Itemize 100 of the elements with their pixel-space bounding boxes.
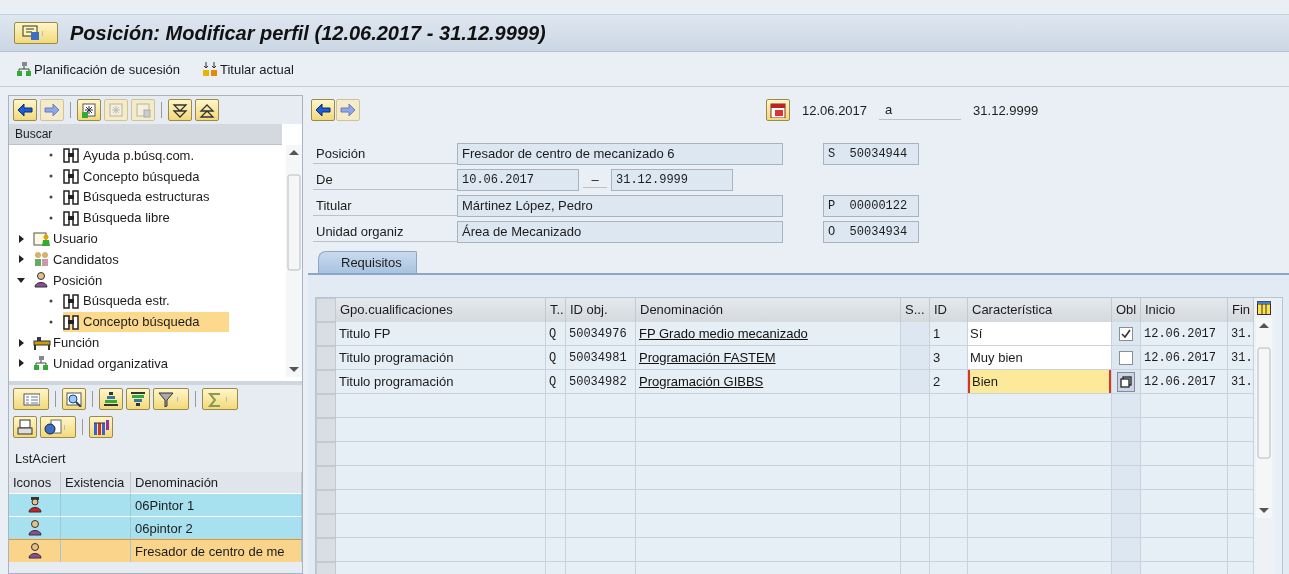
- column-header[interactable]: Obl: [1112, 298, 1141, 322]
- arrow-left-icon: [16, 102, 34, 118]
- expand-arrow-icon[interactable]: [17, 255, 25, 264]
- link[interactable]: Programación GIBBS: [639, 374, 764, 389]
- column-header[interactable]: Iconos: [9, 472, 61, 493]
- column-header[interactable]: Existencia: [61, 472, 131, 493]
- person-icon: [26, 497, 43, 513]
- binoculars-icon: [63, 147, 81, 164]
- columns-icon: [1257, 301, 1271, 315]
- input-field[interactable]: Muy bien: [968, 346, 1111, 369]
- expand-arrow-icon[interactable]: [17, 234, 25, 243]
- table-cell: 50034982: [566, 370, 636, 394]
- menu-icon: [21, 25, 40, 41]
- table-cell: 2: [930, 370, 968, 394]
- tab[interactable]: Requisitos: [318, 251, 417, 273]
- column-header[interactable]: S...: [901, 298, 930, 322]
- column-header[interactable]: T..: [546, 298, 566, 322]
- toolbar-button[interactable]: [77, 99, 101, 121]
- calendar-icon: [769, 102, 787, 118]
- column-header[interactable]: Denominación: [636, 298, 901, 322]
- tree-item[interactable]: Función: [33, 332, 130, 353]
- tree-item[interactable]: Búsqueda estructuras: [63, 187, 240, 207]
- arrow-right-icon: [43, 102, 61, 118]
- input-field[interactable]: Sí: [968, 322, 1111, 345]
- input-field[interactable]: Bien: [968, 370, 1111, 393]
- export-icon: [43, 419, 62, 435]
- date-text: 12.06.2017: [801, 102, 869, 118]
- column-header[interactable]: Gpo.cualificaciones: [336, 298, 546, 322]
- table-cell: 50034981: [566, 346, 636, 370]
- tree-item[interactable]: Posición: [33, 270, 133, 291]
- star-document-icon: [107, 102, 125, 118]
- link[interactable]: FP Grado medio mecanizado: [639, 326, 808, 341]
- bullet-icon: [49, 319, 53, 324]
- hierarchy-icon: [16, 61, 32, 77]
- expand-arrow-icon[interactable]: [17, 359, 25, 368]
- binoculars-icon: [63, 313, 81, 330]
- people-icon: [202, 61, 218, 77]
- expand-arrow-icon[interactable]: [17, 338, 25, 347]
- tree-item[interactable]: Búsqueda estr.: [63, 290, 200, 311]
- column-settings-button[interactable]: [1255, 298, 1273, 318]
- person-icon: [33, 272, 51, 289]
- table-cell: 12.06.2017: [1141, 346, 1228, 370]
- person-icon: [26, 543, 43, 559]
- column-layout-icon: [92, 419, 110, 435]
- date-field: 10.06.2017: [457, 169, 579, 191]
- binoculars-icon: [63, 189, 81, 205]
- toolbar-button[interactable]: [40, 416, 76, 438]
- toolbar-button[interactable]: [126, 388, 150, 410]
- collapse-arrow-icon[interactable]: [17, 276, 25, 285]
- table-cell: 3: [930, 346, 968, 370]
- sort-descending-icon: [129, 391, 147, 407]
- checkmark-icon: [1121, 328, 1131, 339]
- toolbar-button[interactable]: [89, 416, 113, 438]
- toolbar-button[interactable]: [168, 99, 192, 121]
- checkbox[interactable]: [1119, 350, 1133, 365]
- tree-item[interactable]: Candidatos: [33, 249, 149, 270]
- toolbar-button[interactable]: [311, 99, 335, 121]
- tree-item[interactable]: Búsqueda libre: [63, 207, 200, 228]
- column-header[interactable]: Característica: [968, 298, 1112, 322]
- table-cell: 31.: [1228, 370, 1254, 394]
- toolbar-button[interactable]: [62, 388, 86, 410]
- date-field[interactable]: a: [879, 100, 962, 120]
- toolbar-button[interactable]: Planificación de sucesión: [16, 61, 180, 77]
- table-cell[interactable]: 06pintor 2: [131, 516, 302, 539]
- column-header[interactable]: Fin: [1228, 298, 1254, 322]
- column-header[interactable]: Inicio: [1141, 298, 1228, 322]
- table-cell[interactable]: 06Pintor 1: [131, 493, 302, 516]
- value-help-button[interactable]: [1117, 371, 1135, 392]
- toolbar-button[interactable]: [99, 388, 123, 410]
- toolbar-button[interactable]: [13, 416, 37, 438]
- copy-icon: [1120, 375, 1132, 388]
- tree-item[interactable]: Unidad organizativa: [33, 353, 198, 374]
- tree-item[interactable]: Usuario: [33, 228, 128, 249]
- details-icon: [22, 391, 40, 407]
- arrow-left-icon: [314, 102, 332, 118]
- collapse-icon: [198, 102, 216, 118]
- bullet-icon: [49, 215, 53, 220]
- tree-item[interactable]: Ayuda p.búsq.com.: [63, 145, 225, 166]
- hierarchy-icon: [33, 355, 51, 372]
- date-text: 31.12.9999: [972, 102, 1040, 118]
- date-field: 31.12.9999: [611, 169, 733, 191]
- toolbar-button[interactable]: [195, 99, 219, 121]
- table-cell: 12.06.2017: [1141, 370, 1228, 394]
- bullet-icon: [49, 153, 53, 158]
- menu-button[interactable]: [14, 22, 58, 44]
- table-cell[interactable]: Fresador de centro de me: [131, 539, 302, 562]
- link[interactable]: Programación FASTEM: [639, 350, 776, 365]
- output-field: Mártinez López, Pedro: [457, 195, 783, 217]
- checkbox[interactable]: [1119, 326, 1133, 341]
- tree-item[interactable]: Concepto búsqueda: [63, 311, 230, 332]
- calendar-button[interactable]: [766, 99, 790, 121]
- toolbar-button[interactable]: [13, 99, 37, 121]
- object-id-field: S 50034944: [823, 143, 919, 165]
- toolbar-button[interactable]: Titular actual: [202, 61, 294, 77]
- tree-item[interactable]: Concepto búsqueda: [63, 166, 230, 187]
- column-header[interactable]: Denominación: [131, 472, 302, 493]
- column-header[interactable]: ID obj.: [566, 298, 636, 322]
- search-icon: [65, 391, 83, 407]
- document-trash-icon: [134, 102, 152, 118]
- column-header[interactable]: ID: [930, 298, 968, 322]
